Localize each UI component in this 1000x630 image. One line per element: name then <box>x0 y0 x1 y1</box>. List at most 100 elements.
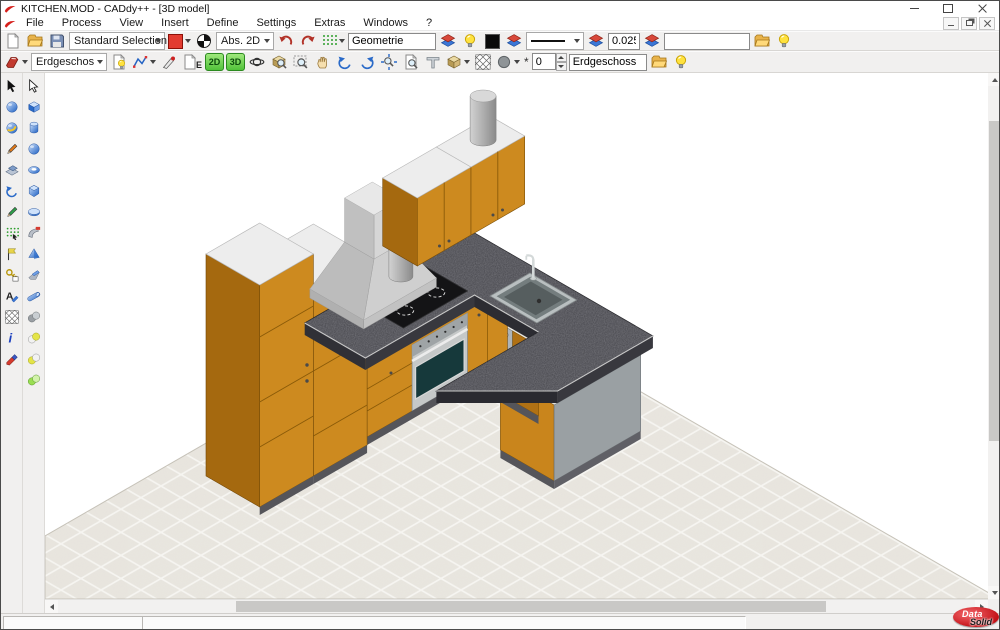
pen-color-button[interactable] <box>482 31 502 51</box>
zoom-model-button[interactable] <box>269 52 289 72</box>
minimize-button[interactable] <box>897 1 931 16</box>
solid-cylinder-tool-button[interactable] <box>23 117 44 138</box>
rotate-cw-button[interactable] <box>357 52 377 72</box>
layer-assign-button[interactable] <box>438 31 458 51</box>
measure-tool-button[interactable] <box>1 243 22 264</box>
menu-file[interactable]: File <box>17 16 53 30</box>
close-button[interactable] <box>965 1 999 16</box>
solid-torus-tool-button[interactable] <box>23 159 44 180</box>
level-spinner-input[interactable] <box>532 53 556 70</box>
menu-help[interactable]: ? <box>417 16 441 30</box>
solid-wedge-tool-button[interactable] <box>23 264 44 285</box>
bool-intersect-tool-button[interactable] <box>23 348 44 369</box>
sweep-tool-button[interactable] <box>23 222 44 243</box>
bool-subtract-tool-button[interactable] <box>23 327 44 348</box>
solid-pyramid-tool-button[interactable] <box>23 243 44 264</box>
shade-tool-button[interactable] <box>1 117 22 138</box>
scroll-left-button[interactable] <box>45 600 58 613</box>
t-square-button[interactable] <box>423 52 443 72</box>
zoom-page-button[interactable] <box>401 52 421 72</box>
wall-tool-button[interactable] <box>3 52 29 72</box>
open-button[interactable] <box>25 31 45 51</box>
vertical-scrollbar[interactable] <box>988 73 1000 599</box>
solid-disc-tool-button[interactable] <box>23 201 44 222</box>
attribute-input[interactable] <box>664 33 750 50</box>
menu-process[interactable]: Process <box>53 16 111 30</box>
snap-target-button[interactable] <box>194 31 214 51</box>
bool-difference-tool-button[interactable] <box>23 369 44 390</box>
hatch-display-button[interactable] <box>473 52 493 72</box>
layer-visibility-button[interactable] <box>460 31 480 51</box>
select-alt-tool-button[interactable] <box>23 75 44 96</box>
solid-prism-tool-button[interactable] <box>23 180 44 201</box>
render-mode-button[interactable] <box>495 52 521 72</box>
layer-linetype-button[interactable] <box>586 31 606 51</box>
storey-combo[interactable]: Erdgeschos <box>31 53 107 71</box>
sketch-tool-button[interactable] <box>1 138 22 159</box>
line-width-input[interactable] <box>608 33 640 50</box>
view-2d-button[interactable]: 2D <box>205 53 224 71</box>
horizontal-scrollbar-thumb[interactable] <box>236 601 826 612</box>
lightbulb-button[interactable] <box>774 31 794 51</box>
info-tool-button[interactable]: i <box>1 327 22 348</box>
zoom-window-button[interactable] <box>291 52 311 72</box>
page-lamp-button[interactable] <box>109 52 129 72</box>
rotate-ccw-button[interactable] <box>335 52 355 72</box>
zoom-all-button[interactable] <box>379 52 399 72</box>
text-tool-button[interactable]: A <box>1 285 22 306</box>
annotate-tool-button[interactable] <box>1 201 22 222</box>
solid-box-tool-button[interactable] <box>23 96 44 117</box>
folder-layers-button[interactable] <box>649 52 669 72</box>
view-3d-button[interactable]: 3D <box>226 53 245 71</box>
element-page-button[interactable]: E <box>181 52 203 72</box>
point-tool-button[interactable] <box>1 96 22 117</box>
save-button[interactable] <box>47 31 67 51</box>
workplane-tool-button[interactable] <box>1 159 22 180</box>
solid-view-button[interactable] <box>445 52 471 72</box>
spinner-down-button[interactable] <box>556 62 567 71</box>
bool-union-tool-button[interactable] <box>23 306 44 327</box>
orbit-button[interactable] <box>247 52 267 72</box>
menu-insert[interactable]: Insert <box>152 16 198 30</box>
menu-extras[interactable]: Extras <box>305 16 354 30</box>
spinner-up-button[interactable] <box>556 53 567 62</box>
scroll-up-button[interactable] <box>988 73 1000 86</box>
lightbulb-button[interactable] <box>671 52 691 72</box>
coordinate-mode-combo[interactable]: Abs. 2D <box>216 32 274 50</box>
grid-settings-button[interactable] <box>320 31 346 51</box>
solid-tube-tool-button[interactable] <box>23 285 44 306</box>
storey-name-input[interactable] <box>569 54 647 71</box>
geometry-name-input[interactable] <box>348 33 436 50</box>
folder-layers-button[interactable] <box>752 31 772 51</box>
polyline-button[interactable] <box>131 52 157 72</box>
line-style-combo[interactable] <box>526 32 584 50</box>
model-viewport[interactable] <box>45 73 988 599</box>
dimension-tool-button[interactable] <box>1 264 22 285</box>
pen-tool-button[interactable] <box>159 52 179 72</box>
erase-tool-button[interactable] <box>1 348 22 369</box>
mdi-restore-button[interactable] <box>961 17 977 30</box>
redo-button[interactable] <box>298 31 318 51</box>
maximize-button[interactable] <box>931 1 965 16</box>
menu-view[interactable]: View <box>110 16 152 30</box>
rotate-view-tool-button[interactable] <box>1 180 22 201</box>
scroll-down-button[interactable] <box>988 586 1000 599</box>
solid-sphere-tool-button[interactable] <box>23 138 44 159</box>
selection-color-button[interactable] <box>167 31 192 51</box>
select-tool-button[interactable] <box>1 75 22 96</box>
menu-windows[interactable]: Windows <box>354 16 417 30</box>
menu-settings[interactable]: Settings <box>247 16 305 30</box>
pan-button[interactable] <box>313 52 333 72</box>
layer-width-button[interactable] <box>642 31 662 51</box>
new-document-button[interactable] <box>3 31 23 51</box>
layer-style-button[interactable] <box>504 31 524 51</box>
hatch-tool-button[interactable] <box>1 306 22 327</box>
horizontal-scrollbar[interactable] <box>45 599 988 613</box>
mdi-close-button[interactable] <box>979 17 995 30</box>
grid-snap-tool-button[interactable] <box>1 222 22 243</box>
vertical-scrollbar-thumb[interactable] <box>989 121 1000 441</box>
undo-button[interactable] <box>276 31 296 51</box>
menu-define[interactable]: Define <box>198 16 248 30</box>
selection-mode-combo[interactable]: Standard Selection <box>69 32 165 50</box>
mdi-minimize-button[interactable] <box>943 17 959 30</box>
